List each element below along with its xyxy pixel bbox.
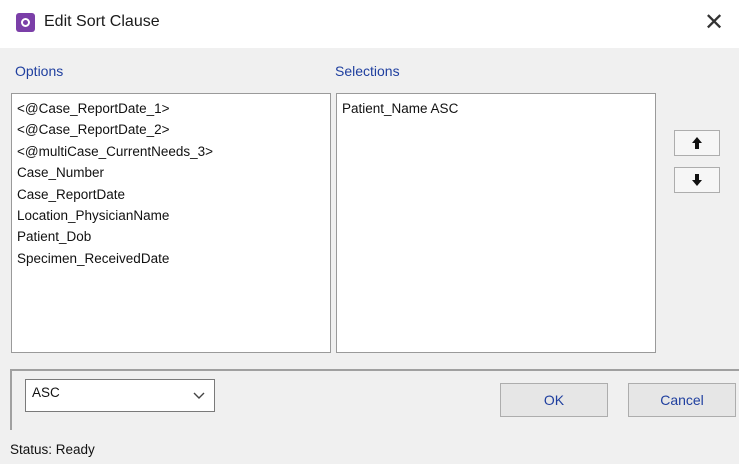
options-label: Options [15, 63, 64, 79]
ok-button[interactable]: OK [500, 383, 608, 417]
title-bar: Edit Sort Clause ✕ [0, 0, 739, 48]
list-item[interactable]: <@multiCase_CurrentNeeds_3> [17, 141, 325, 162]
options-list[interactable]: <@Case_ReportDate_1> <@Case_ReportDate_2… [11, 93, 331, 353]
window-title: Edit Sort Clause [44, 13, 160, 30]
move-down-button[interactable] [674, 167, 720, 193]
selections-label: Selections [335, 63, 400, 79]
sort-order-value: ASC [32, 385, 60, 400]
list-item[interactable]: Location_PhysicianName [17, 205, 325, 226]
selections-list[interactable]: Patient_Name ASC [336, 93, 656, 353]
arrow-down-icon [692, 174, 702, 186]
list-item[interactable]: Specimen_ReceivedDate [17, 248, 325, 269]
list-item[interactable]: <@Case_ReportDate_1> [17, 98, 325, 119]
move-up-button[interactable] [674, 130, 720, 156]
edit-sort-clause-dialog: Edit Sort Clause ✕ Options Selections <@… [0, 0, 739, 464]
list-item[interactable]: Patient_Dob [17, 226, 325, 247]
list-item[interactable]: Case_Number [17, 162, 325, 183]
app-logo-icon [16, 13, 35, 32]
list-item[interactable]: Patient_Name ASC [342, 98, 650, 119]
arrow-up-icon [692, 137, 702, 149]
cancel-button[interactable]: Cancel [628, 383, 736, 417]
chevron-down-icon [193, 392, 205, 399]
status-text: Status: Ready [10, 442, 95, 457]
sort-order-dropdown[interactable]: ASC [25, 379, 215, 412]
close-icon[interactable]: ✕ [699, 6, 729, 40]
list-item[interactable]: <@Case_ReportDate_2> [17, 119, 325, 140]
list-item[interactable]: Case_ReportDate [17, 184, 325, 205]
